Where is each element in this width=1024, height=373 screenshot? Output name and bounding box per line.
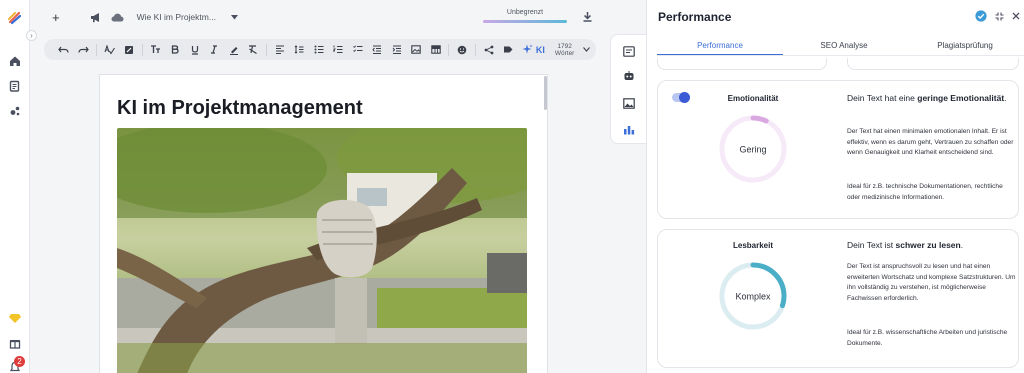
usage-meter: Unbegrenzt	[483, 9, 567, 23]
usage-bar	[483, 20, 567, 23]
highlight-icon[interactable]	[224, 42, 244, 58]
line-height-icon[interactable]	[289, 42, 309, 58]
bullet-list-icon[interactable]	[309, 42, 329, 58]
app-logo-icon[interactable]	[7, 10, 23, 26]
clear-format-icon[interactable]	[243, 42, 263, 58]
add-document-button[interactable]: +	[52, 10, 60, 25]
performance-panel: Performance Performance SEO Analyse Plag…	[646, 0, 1024, 373]
outdent-icon[interactable]	[367, 42, 387, 58]
previous-card-edge	[657, 58, 827, 70]
notification-count-badge: 2	[14, 356, 25, 367]
tab-plagiatspruefung[interactable]: Plagiatsprüfung	[905, 37, 1024, 55]
ki-assistant-button[interactable]: KI	[522, 44, 545, 55]
redo-icon[interactable]	[74, 42, 94, 58]
underline-icon[interactable]	[185, 42, 205, 58]
chevron-down-icon[interactable]	[230, 14, 238, 20]
megaphone-icon[interactable]	[90, 12, 102, 23]
emotion-title: Emotionalität	[727, 94, 779, 103]
check-circle-icon[interactable]	[975, 10, 987, 22]
emotion-use-cases: Ideal für z.B. technische Dokumentatione…	[847, 183, 1003, 201]
toolbar-divider	[265, 43, 267, 56]
toolbar-divider	[474, 43, 476, 56]
left-rail: 2	[0, 0, 30, 373]
home-icon[interactable]	[7, 53, 23, 69]
emotion-summary-bold: geringe Emotionalität	[917, 93, 1005, 103]
readability-card: Lesbarkeit Komplex Dein Text ist schwer …	[657, 229, 1019, 368]
download-icon[interactable]	[582, 11, 593, 24]
document-page[interactable]: KI im Projektmanagement	[99, 74, 548, 373]
readability-summary-prefix: Dein Text ist	[847, 240, 896, 250]
emotion-summary: Dein Text hat eine geringe Emotionalität…	[847, 92, 1017, 105]
app-window: 2 › + Wie KI im Projektm... Unbegrenzt K…	[0, 0, 1024, 373]
emotion-card: Emotionalität Gering Dein Text hat eine …	[657, 80, 1019, 219]
sparkle-icon	[522, 44, 533, 54]
numbered-list-icon[interactable]	[328, 42, 348, 58]
editor-panel-icon[interactable]	[623, 45, 635, 57]
panel-title: Performance	[658, 10, 732, 24]
document-image[interactable]	[117, 128, 527, 373]
performance-chart-icon[interactable]	[623, 123, 635, 135]
ki-label: KI	[535, 44, 545, 55]
tab-performance[interactable]: Performance	[657, 37, 783, 55]
panel-tabs: Performance SEO Analyse Plagiatsprüfung	[657, 37, 1024, 56]
italic-icon[interactable]	[204, 42, 224, 58]
emotion-description: Der Text hat einen minimalen emotionalen…	[847, 128, 1014, 156]
share-icon[interactable]	[479, 42, 499, 58]
emoji-icon[interactable]	[452, 42, 472, 58]
top-bar: + Wie KI im Projektm... Unbegrenzt	[30, 0, 610, 34]
collapse-panel-icon[interactable]	[995, 12, 1004, 21]
gift-icon[interactable]	[7, 335, 23, 351]
readability-summary-bold: schwer zu lesen	[895, 240, 961, 250]
ai-bot-icon[interactable]	[623, 70, 635, 82]
image-gallery-icon[interactable]	[623, 97, 635, 109]
checklist-icon[interactable]	[348, 42, 368, 58]
close-icon[interactable]	[1012, 12, 1020, 20]
german-flag-icon[interactable]	[69, 13, 81, 22]
readability-ring-label: Komplex	[735, 292, 771, 302]
integrations-icon[interactable]	[7, 103, 23, 119]
chevron-down-icon[interactable]	[576, 42, 596, 58]
word-counter: 1792 Wörter	[555, 43, 575, 57]
font-size-icon[interactable]	[146, 42, 166, 58]
side-tools	[610, 34, 646, 144]
readability-summary-suffix: .	[960, 240, 964, 250]
bold-icon[interactable]	[165, 42, 185, 58]
tag-icon[interactable]	[498, 42, 518, 58]
rewrite-icon[interactable]	[119, 42, 139, 58]
table-icon[interactable]	[426, 42, 446, 58]
document-title[interactable]: KI im Projektmanagement	[117, 97, 363, 120]
spellcheck-icon[interactable]	[100, 42, 120, 58]
cloud-sync-icon[interactable]	[111, 13, 124, 22]
undo-icon[interactable]	[54, 42, 74, 58]
word-count-unit: Wörter	[554, 49, 575, 57]
tab-seo-analyse[interactable]: SEO Analyse	[783, 37, 905, 55]
document-name-select[interactable]: Wie KI im Projektm...	[137, 12, 216, 22]
image-insert-icon[interactable]	[406, 42, 426, 58]
document-scrollbar[interactable]	[544, 76, 547, 110]
indent-icon[interactable]	[387, 42, 407, 58]
documents-icon[interactable]	[7, 78, 23, 94]
panel-actions	[967, 10, 1020, 22]
emotion-ring: Gering	[717, 113, 789, 185]
premium-gem-icon[interactable]	[7, 310, 23, 326]
usage-label: Unbegrenzt	[506, 9, 544, 16]
readability-description: Der Text ist anspruchsvoll zu lesen und …	[847, 263, 1016, 302]
readability-use-cases: Ideal für z.B. wissenschaftliche Arbeite…	[847, 329, 1008, 347]
toolbar-divider	[141, 43, 143, 56]
word-count-value: 1792	[557, 42, 572, 50]
readability-summary: Dein Text ist schwer zu lesen.	[847, 239, 1017, 252]
emotion-summary-prefix: Dein Text hat eine	[847, 93, 918, 103]
readability-ring: Komplex	[717, 260, 789, 332]
previous-card-edge	[847, 58, 1019, 70]
formatting-toolbar: KI 1792 Wörter	[44, 39, 596, 60]
toolbar-divider	[96, 43, 97, 56]
readability-title: Lesbarkeit	[732, 241, 774, 250]
emotion-summary-suffix: .	[1004, 93, 1007, 103]
toolbar-divider	[448, 43, 450, 56]
emotion-ring-label: Gering	[739, 145, 766, 155]
align-left-icon[interactable]	[270, 42, 290, 58]
